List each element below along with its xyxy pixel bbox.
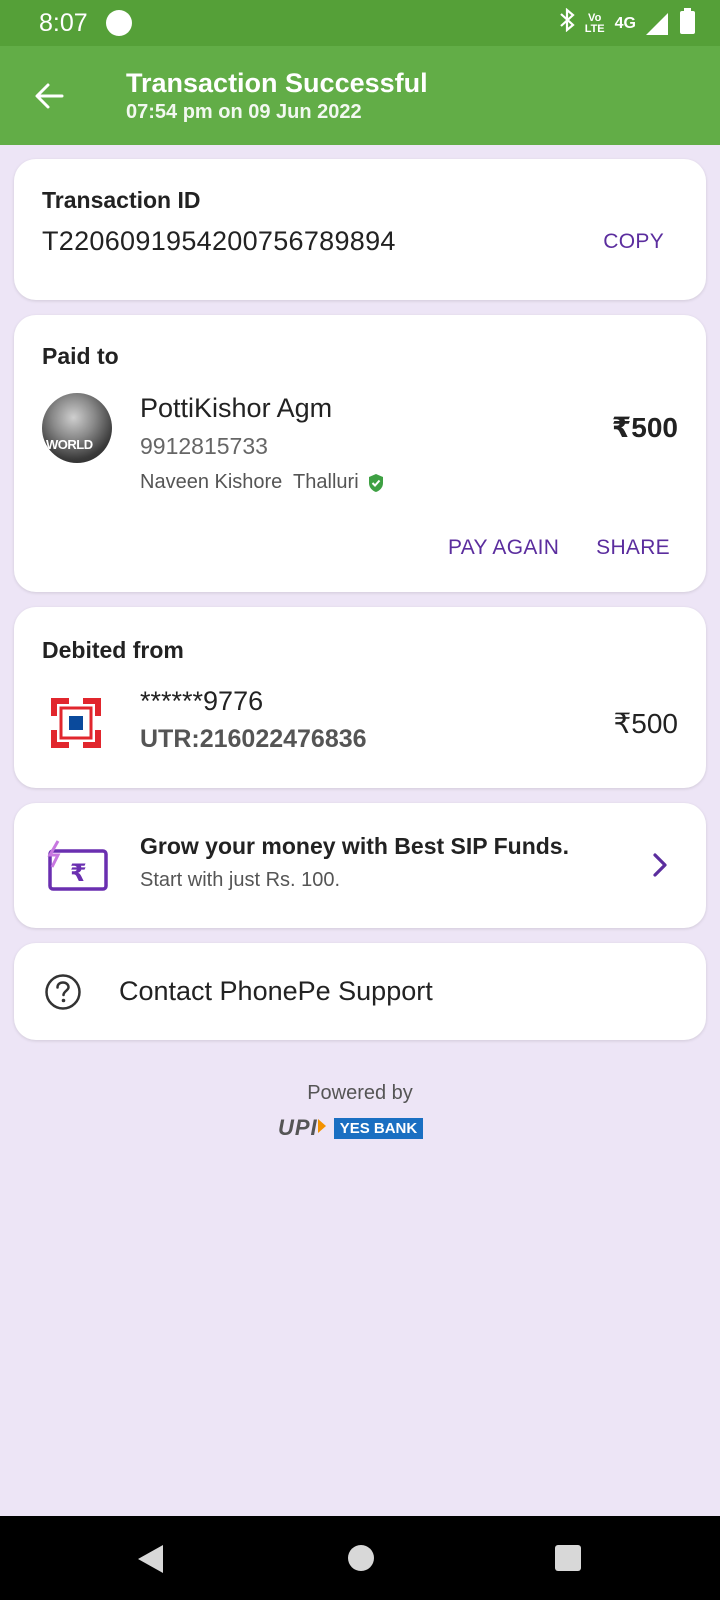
nav-home-icon[interactable] — [348, 1545, 374, 1571]
account-number: ******9776 — [140, 686, 264, 716]
pay-again-button[interactable]: PAY AGAIN — [448, 536, 559, 560]
status-bar: 8:07 Vo LTE 4G — [0, 0, 720, 46]
back-button[interactable] — [28, 74, 72, 118]
utr-number: UTR:216022476836 — [140, 725, 367, 753]
help-circle-icon — [44, 973, 82, 1011]
contact-support-label: Contact PhonePe Support — [119, 976, 433, 1006]
transaction-id-card: Transaction ID T2206091954200756789894 C… — [14, 159, 706, 300]
debited-from-card: Debited from ******9776 UTR:216022476836… — [14, 607, 706, 788]
payee-verified-name: Naveen Kishore Thalluri — [140, 471, 385, 494]
arrow-left-icon — [35, 83, 64, 109]
verified-name-text: Naveen Kishore Thalluri — [140, 471, 359, 493]
volte-line2: LTE — [584, 22, 605, 35]
page-title: Transaction Successful — [126, 68, 428, 98]
volte-line1: Vo — [588, 11, 602, 24]
avatar-text: WORLD — [46, 437, 93, 452]
powered-by-label: Powered by — [307, 1082, 413, 1104]
network-type: 4G — [614, 14, 636, 32]
battery-icon — [680, 8, 695, 34]
status-time: 8:07 — [39, 9, 88, 37]
sip-promo-card[interactable]: ₹ Grow your money with Best SIP Funds. S… — [14, 803, 706, 928]
partner-logos: UPI YES BANK — [278, 1115, 424, 1141]
share-button[interactable]: SHARE — [596, 536, 670, 560]
avatar: WORLD — [42, 393, 112, 463]
bluetooth-icon — [559, 7, 575, 39]
bank-logo-icon — [51, 698, 101, 748]
promo-subtitle: Start with just Rs. 100. — [140, 869, 341, 891]
nav-back-icon[interactable] — [138, 1545, 163, 1573]
transaction-id-label: Transaction ID — [42, 187, 201, 213]
copy-button[interactable]: COPY — [603, 230, 664, 254]
upi-logo: UPI — [278, 1115, 326, 1140]
transaction-datetime: 07:54 pm on 09 Jun 2022 — [126, 101, 362, 123]
promo-title: Grow your money with Best SIP Funds. — [140, 833, 569, 859]
status-icons: Vo LTE 4G — [559, 7, 695, 39]
support-card[interactable]: Contact PhonePe Support — [14, 943, 706, 1040]
debited-amount: ₹500 — [613, 708, 678, 739]
signal-icon — [646, 12, 668, 35]
transaction-id-value: T2206091954200756789894 — [42, 226, 396, 256]
notification-dot-icon — [106, 10, 132, 36]
paid-to-label: Paid to — [42, 343, 119, 369]
system-nav-bar — [0, 1516, 720, 1600]
yes-bank-logo: YES BANK — [333, 1117, 424, 1139]
nav-recents-icon[interactable] — [555, 1545, 581, 1571]
paid-amount: ₹500 — [611, 412, 678, 443]
verified-shield-icon — [368, 473, 383, 492]
payee-phone: 9912815733 — [140, 433, 268, 459]
svg-text:₹: ₹ — [70, 859, 87, 887]
rupee-card-icon: ₹ — [46, 839, 110, 895]
debited-from-label: Debited from — [42, 637, 184, 663]
volte-icon: Vo LTE — [584, 11, 605, 35]
app-header: Transaction Successful 07:54 pm on 09 Ju… — [0, 46, 720, 145]
payee-name: PottiKishor Agm — [140, 393, 333, 423]
chevron-right-icon — [648, 851, 672, 879]
paid-to-card: Paid to WORLD PottiKishor Agm 9912815733… — [14, 315, 706, 592]
